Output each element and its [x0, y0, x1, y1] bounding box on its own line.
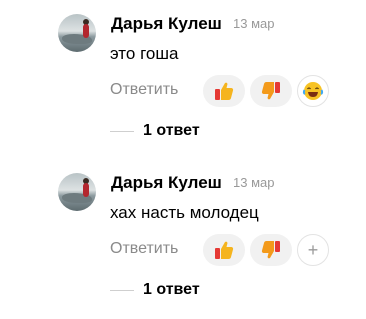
- add-reaction-icon: +: [307, 240, 319, 260]
- comment: Дарья Кулеш 13 мар хах насть молодец Отв…: [0, 159, 366, 309]
- avatar[interactable]: [58, 14, 96, 52]
- comment-date: 13 мар: [233, 16, 275, 31]
- comment-date: 13 мар: [233, 175, 275, 190]
- reply-button[interactable]: Ответить: [110, 81, 178, 99]
- dislike-button[interactable]: [250, 234, 292, 266]
- reply-button[interactable]: Ответить: [110, 240, 178, 258]
- author-name[interactable]: Дарья Кулеш: [111, 173, 222, 193]
- comment-text: хах насть молодец: [110, 203, 259, 222]
- comment-text: это гоша: [110, 44, 179, 63]
- dislike-button[interactable]: [250, 75, 292, 107]
- like-button[interactable]: [203, 234, 245, 266]
- thumbs-down-icon: [261, 82, 280, 100]
- replies-link[interactable]: 1 ответ: [143, 122, 200, 140]
- replies-link[interactable]: 1 ответ: [143, 281, 200, 299]
- avatar[interactable]: [58, 173, 96, 211]
- laugh-reaction-button[interactable]: [297, 75, 329, 107]
- comment: Дарья Кулеш 13 мар это гоша Ответить 1 о…: [0, 0, 366, 150]
- like-button[interactable]: [203, 75, 245, 107]
- add-reaction-button[interactable]: +: [297, 234, 329, 266]
- thread-divider: [110, 131, 134, 132]
- thumbs-down-icon: [261, 241, 280, 259]
- thread-divider: [110, 290, 134, 291]
- author-name[interactable]: Дарья Кулеш: [111, 14, 222, 34]
- laughing-emoji-icon: [302, 82, 324, 100]
- thumbs-up-icon: [215, 82, 234, 100]
- thumbs-up-icon: [215, 241, 234, 259]
